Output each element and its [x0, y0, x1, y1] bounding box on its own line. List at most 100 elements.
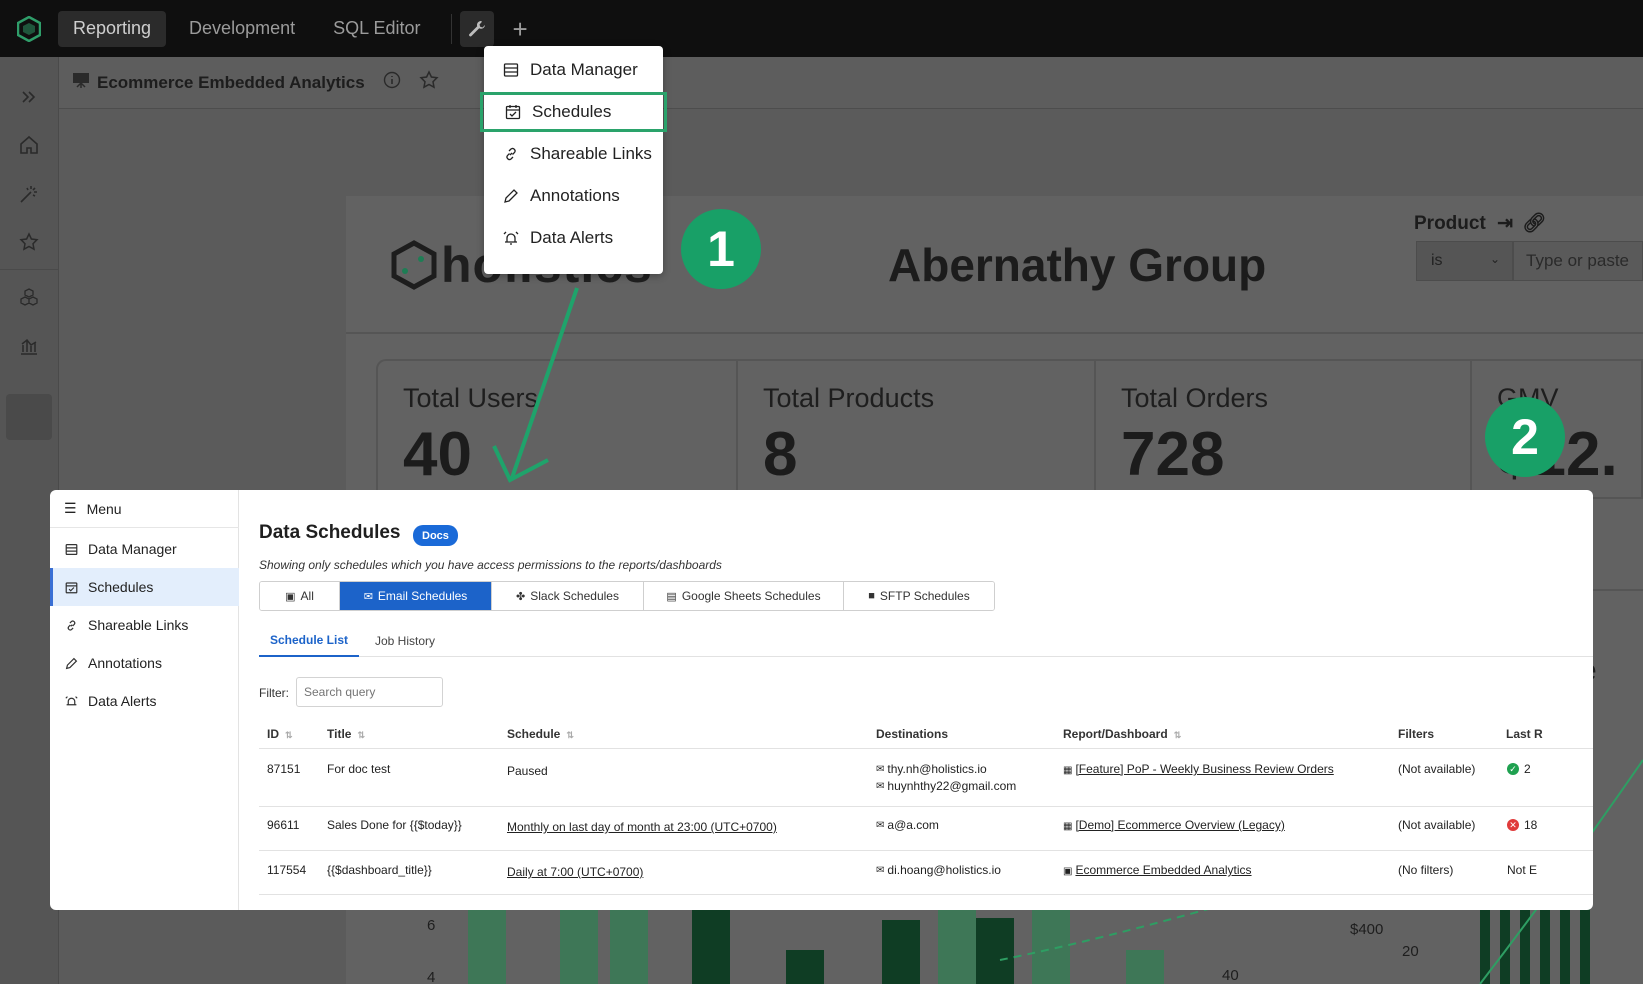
cell-filters: (Not available) — [1398, 818, 1476, 832]
type-tab-slack[interactable]: ✤ Slack Schedules — [492, 582, 644, 610]
cell-last-run: Not E — [1507, 863, 1538, 877]
cell-schedule[interactable]: Monthly on last day of month at 23:00 (U… — [507, 820, 777, 834]
type-tab-label: Slack Schedules — [530, 589, 619, 603]
cell-title: {{$dashboard_title}} — [327, 863, 432, 877]
filter-label: Filter: — [259, 686, 289, 700]
type-tab-all[interactable]: ▣ All — [260, 582, 340, 610]
side-item-label: Data Manager — [88, 541, 177, 557]
cell-filters: (No filters) — [1398, 863, 1454, 877]
cell-last-run: 18 — [1524, 818, 1538, 832]
cell-destinations: ✉ a@a.com — [876, 818, 939, 832]
tab-job-history[interactable]: Job History — [367, 625, 443, 657]
data-schedules-panel: ☰ Menu Data Manager Schedules Shareable … — [50, 490, 1593, 910]
envelope-icon: ✉ — [363, 590, 373, 603]
column-label: ID — [267, 727, 279, 741]
presentation-icon: ▣ — [1063, 866, 1073, 877]
type-tab-email[interactable]: ✉ Email Schedules — [340, 582, 492, 610]
success-check-icon: ✓ — [1507, 763, 1519, 775]
destination-item: ✉ a@a.com — [876, 818, 939, 832]
alarm-bell-icon — [64, 694, 78, 708]
type-tab-label: All — [300, 589, 314, 603]
arrow-line — [510, 287, 579, 479]
search-input[interactable] — [296, 677, 443, 707]
envelope-icon: ✉ — [876, 864, 885, 876]
cell-id: 87151 — [267, 762, 301, 776]
side-item-label: Shareable Links — [88, 617, 189, 633]
cell-last-run: 2 — [1524, 762, 1531, 776]
destination-item: ✉ huynhthy22@gmail.com — [876, 779, 1016, 793]
cell-filters: (Not available) — [1398, 762, 1476, 776]
column-header-id[interactable]: ID ⇅ — [267, 727, 293, 741]
column-label: Title — [327, 727, 352, 741]
cell-report[interactable]: ▣ Ecommerce Embedded Analytics — [1063, 863, 1252, 877]
permissions-note: Showing only schedules which you have ac… — [259, 558, 722, 572]
report-link[interactable]: [Feature] PoP - Weekly Business Review O… — [1075, 762, 1333, 776]
sort-icon: ⇅ — [357, 730, 365, 740]
page-title: Data Schedules — [259, 522, 401, 543]
step-badge-1: 1 — [681, 209, 761, 289]
destination-email: thy.nh@holistics.io — [887, 762, 987, 776]
schedule-type-tabs: ▣ All ✉ Email Schedules ✤ Slack Schedule… — [259, 581, 995, 611]
pencil-icon — [64, 656, 78, 670]
column-label: Report/Dashboard — [1063, 727, 1168, 741]
side-item-data-alerts[interactable]: Data Alerts — [50, 682, 239, 720]
table-header-divider — [259, 748, 1593, 749]
type-tab-label: Email Schedules — [377, 589, 468, 603]
calendar-icon — [64, 580, 78, 594]
side-item-annotations[interactable]: Annotations — [50, 644, 239, 682]
dashboard-icon: ▦ — [1063, 821, 1073, 832]
side-item-label: Data Alerts — [88, 693, 157, 709]
sort-icon: ⇅ — [1173, 730, 1182, 740]
schedule-subtabs: Schedule List Job History — [259, 625, 1593, 657]
report-link[interactable]: [Demo] Ecommerce Overview (Legacy) — [1075, 818, 1284, 832]
cell-report[interactable]: ▦ [Demo] Ecommerce Overview (Legacy) — [1063, 818, 1285, 832]
menu-header[interactable]: ☰ Menu — [50, 490, 239, 528]
destination-email: a@a.com — [887, 818, 939, 832]
sort-icon: ⇅ — [285, 730, 293, 740]
docs-badge[interactable]: Docs — [413, 525, 458, 546]
type-tab-sftp[interactable]: ■ SFTP Schedules — [844, 582, 994, 610]
cell-title: For doc test — [327, 762, 391, 776]
envelope-icon: ✉ — [876, 780, 885, 792]
calendar-icon: ▣ — [285, 590, 296, 603]
envelope-icon: ✉ — [876, 819, 885, 831]
folder-icon: ■ — [868, 590, 875, 602]
report-link[interactable]: Ecommerce Embedded Analytics — [1075, 863, 1251, 877]
error-x-icon: ✕ — [1507, 819, 1519, 831]
column-header-filters: Filters — [1398, 727, 1435, 741]
cell-schedule: Paused — [507, 764, 548, 778]
cell-destinations: ✉ thy.nh@holistics.io ✉ huynhthy22@gmail.c… — [876, 762, 1016, 793]
side-item-data-manager[interactable]: Data Manager — [50, 530, 239, 568]
column-header-title[interactable]: Title ⇅ — [327, 727, 365, 741]
column-header-schedule[interactable]: Schedule ⇅ — [507, 727, 574, 741]
tab-schedule-list[interactable]: Schedule List — [259, 625, 359, 657]
destination-item: ✉ di.hoang@holistics.io — [876, 863, 1001, 877]
type-tab-label: SFTP Schedules — [879, 589, 970, 603]
column-header-last-run: Last R — [1506, 727, 1543, 741]
sort-icon: ⇅ — [566, 730, 574, 740]
destination-email: huynhthy22@gmail.com — [887, 779, 1017, 793]
destination-item: ✉ thy.nh@holistics.io — [876, 762, 1016, 776]
row-divider — [259, 806, 1593, 807]
link-icon — [64, 618, 78, 632]
row-divider — [259, 894, 1593, 895]
column-label: Schedule — [507, 727, 561, 741]
menu-header-label: Menu — [86, 500, 122, 517]
column-header-destinations: Destinations — [876, 727, 949, 741]
side-item-shareable-links[interactable]: Shareable Links — [50, 606, 239, 644]
column-header-report[interactable]: Report/Dashboard ⇅ — [1063, 727, 1181, 741]
type-tab-google-sheets[interactable]: ▤ Google Sheets Schedules — [644, 582, 844, 610]
destination-email: di.hoang@holistics.io — [887, 863, 1001, 877]
cell-report[interactable]: ▦ [Feature] PoP - Weekly Business Review … — [1063, 762, 1334, 776]
cell-destinations: ✉ di.hoang@holistics.io — [876, 863, 1001, 877]
cell-title: Sales Done for {{$today}} — [327, 818, 462, 832]
cell-schedule[interactable]: Daily at 7:00 (UTC+0700) — [507, 865, 643, 879]
slack-icon: ✤ — [516, 590, 526, 603]
side-item-label: Schedules — [88, 579, 154, 595]
cell-id: 117554 — [267, 863, 307, 877]
hamburger-icon: ☰ — [64, 500, 77, 516]
side-item-schedules[interactable]: Schedules — [50, 568, 239, 606]
type-tab-label: Google Sheets Schedules — [681, 589, 821, 603]
schedules-content: Data Schedules Docs Showing only schedul… — [259, 490, 1593, 910]
step-badge-2: 2 — [1485, 397, 1565, 477]
